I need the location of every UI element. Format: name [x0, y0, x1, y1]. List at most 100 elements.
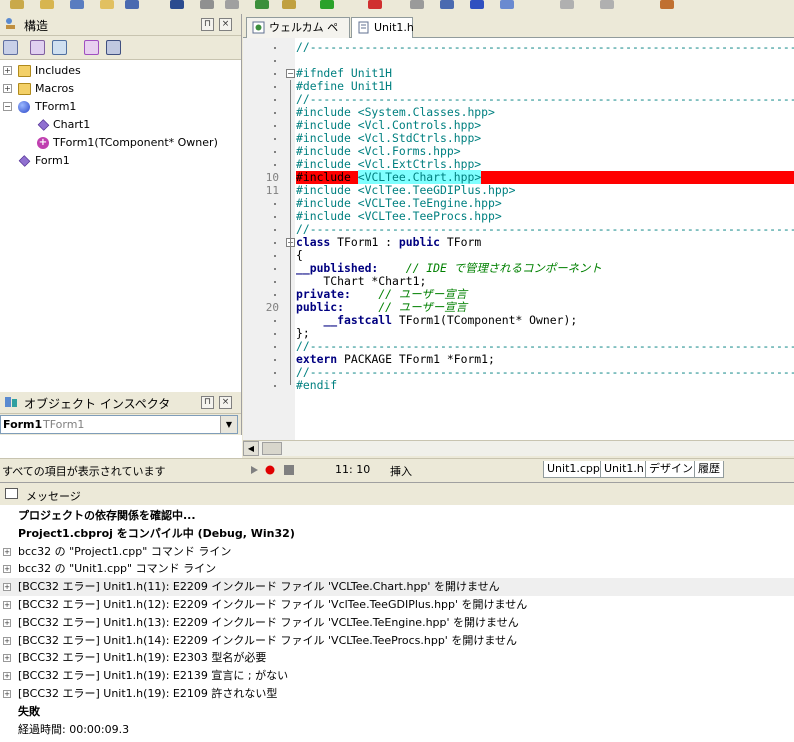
toggle-form-icon[interactable] [282, 0, 296, 9]
line-dot [274, 164, 276, 166]
code-token: TChart *Chart1; [296, 274, 427, 288]
message-row[interactable]: + [BCC32 エラー] Unit1.h(11): E2209 インクルード フ… [0, 578, 794, 597]
pause-icon[interactable] [410, 0, 424, 9]
sort-icon[interactable] [3, 40, 18, 55]
pin-icon[interactable]: ⊓ [201, 18, 214, 31]
message-row[interactable]: 失敗 [0, 703, 794, 721]
object-inspector-panel: オブジェクト インスペクタ ⊓ × Form1 TForm1 ▼ [0, 392, 242, 458]
expand-icon[interactable]: + [3, 583, 11, 592]
bottom-tab-design[interactable]: デザイン [645, 461, 697, 478]
expand-icon[interactable]: + [3, 618, 11, 627]
close-icon[interactable]: × [219, 396, 232, 409]
close-icon[interactable]: × [219, 18, 232, 31]
expand-icon[interactable]: + [3, 654, 11, 663]
cut-icon[interactable] [200, 0, 214, 9]
stop-macro-icon[interactable] [284, 465, 294, 478]
expand-icon[interactable]: + [3, 690, 11, 698]
filter-icon[interactable] [30, 40, 45, 55]
line-dot [274, 203, 276, 205]
help-icon[interactable] [660, 0, 674, 9]
code-line[interactable]: #endif [296, 379, 337, 392]
tree-item-form1[interactable]: Form1 [3, 152, 233, 170]
fold-icon[interactable]: − [286, 69, 295, 78]
copy-icon[interactable] [225, 0, 239, 9]
message-row[interactable]: + [BCC32 エラー] Unit1.h(19): E2139 宣言に ; がな… [0, 667, 794, 685]
expand-icon[interactable]: + [3, 601, 11, 609]
new-file-icon[interactable] [10, 0, 24, 9]
properties-icon[interactable] [106, 40, 121, 55]
forward-icon[interactable] [600, 0, 614, 9]
expand-icon[interactable] [52, 40, 67, 55]
expand-icon[interactable]: + [3, 636, 11, 645]
inspector-title-bar: オブジェクト インスペクタ ⊓ × [0, 392, 241, 414]
back-icon[interactable] [560, 0, 574, 9]
chevron-down-icon[interactable]: ▼ [220, 416, 237, 433]
open-project-icon[interactable] [70, 0, 84, 9]
code-line[interactable]: class TForm1 : public TForm [296, 236, 481, 249]
message-row[interactable]: + [BCC32 エラー] Unit1.h(12): E2209 インクルード フ… [0, 596, 794, 614]
bottom-tab-history[interactable]: 履歴 [694, 461, 724, 478]
reset-icon[interactable] [440, 0, 454, 9]
message-row[interactable]: + [BCC32 エラー] Unit1.h(19): E2109 許されない型 [0, 685, 794, 703]
line-number: 11 [265, 184, 279, 197]
expand-icon[interactable]: + [3, 66, 12, 75]
tree-item-constructor[interactable]: + TForm1(TComponent* Owner) [3, 134, 233, 152]
message-row[interactable]: + bcc32 の "Project1.cpp" コマンド ライン [0, 543, 794, 561]
message-row[interactable]: Project1.cbproj をコンパイル中 (Debug, Win32) [0, 525, 794, 543]
expand-icon[interactable]: + [3, 565, 11, 574]
tree-item-label: Macros [35, 82, 75, 95]
tree-item-chart1[interactable]: Chart1 [3, 116, 233, 134]
expand-icon[interactable]: + [3, 672, 11, 681]
messages-icon [5, 488, 18, 499]
structure-title-bar: 構造 ⊓ × [0, 14, 241, 36]
save-icon[interactable] [100, 0, 114, 9]
step-over-icon[interactable] [470, 0, 484, 9]
messages-title: メッセージ [26, 490, 81, 503]
code-token: TForm1 : [330, 235, 399, 249]
scroll-thumb[interactable] [262, 442, 282, 455]
code-token: }; [296, 326, 310, 340]
structure-status-text: すべての項目が表示されています [2, 465, 166, 478]
expand-icon[interactable]: + [3, 84, 12, 93]
pin-icon[interactable]: ⊓ [201, 396, 214, 409]
code-editor[interactable]: 101120−− //-----------------------------… [243, 38, 794, 440]
code-token: __published: [296, 261, 379, 275]
run-without-debug-icon[interactable] [368, 0, 382, 9]
scroll-left-icon[interactable]: ◀ [243, 441, 259, 456]
line-dot [274, 73, 276, 75]
message-text: bcc32 の "Project1.cpp" コマンド ライン [18, 544, 232, 558]
message-row[interactable]: プロジェクトの依存関係を確認中... [0, 507, 794, 525]
code-token: //--------------------------------------… [296, 339, 794, 353]
record-macro-icon[interactable] [265, 465, 275, 478]
component-selector[interactable]: Form1 TForm1 ▼ [0, 415, 238, 434]
tab-welcome-page[interactable]: ウェルカム ページ [246, 17, 350, 53]
tree-item-includes[interactable]: + Includes [3, 62, 233, 80]
message-row[interactable]: + [BCC32 エラー] Unit1.h(13): E2209 インクルード フ… [0, 614, 794, 632]
code-line[interactable]: __fastcall TForm1(TComponent* Owner); [296, 314, 577, 327]
tab-unit1-h[interactable]: Unit1.h [351, 17, 414, 39]
tree-item-macros[interactable]: + Macros [3, 80, 233, 98]
bottom-tab-unit1-h[interactable]: Unit1.h [600, 461, 648, 478]
message-row[interactable]: 経過時間: 00:00:09.3 [0, 721, 794, 739]
run-icon[interactable] [320, 0, 334, 9]
inspector-title: オブジェクト インスペクタ [24, 397, 171, 411]
message-row[interactable]: + [BCC32 エラー] Unit1.h(14): E2209 インクルード フ… [0, 632, 794, 650]
message-row[interactable]: + bcc32 の "Unit1.cpp" コマンド ライン [0, 560, 794, 578]
code-line[interactable]: //--------------------------------------… [296, 41, 794, 54]
disk-icon[interactable] [170, 0, 184, 9]
expand-icon[interactable]: + [3, 547, 11, 556]
open-file-icon[interactable] [40, 0, 54, 9]
editor-horizontal-scrollbar[interactable]: ◀ [243, 440, 794, 456]
open-unit-icon[interactable] [255, 0, 269, 9]
tree-item-tform1[interactable]: − TForm1 [3, 98, 233, 116]
play-macro-icon[interactable] [250, 465, 259, 478]
wand-icon[interactable] [84, 40, 99, 55]
collapse-icon[interactable]: − [3, 102, 12, 111]
trace-into-icon[interactable] [500, 0, 514, 9]
save-all-icon[interactable] [125, 0, 139, 9]
code-line[interactable]: //--------------------------------------… [296, 366, 794, 379]
selected-component-name: Form1 [3, 418, 43, 431]
structure-icon [4, 17, 18, 31]
message-row[interactable]: + [BCC32 エラー] Unit1.h(19): E2303 型名が必要 [0, 649, 794, 667]
bottom-tab-unit1-cpp[interactable]: Unit1.cpp [543, 461, 604, 478]
